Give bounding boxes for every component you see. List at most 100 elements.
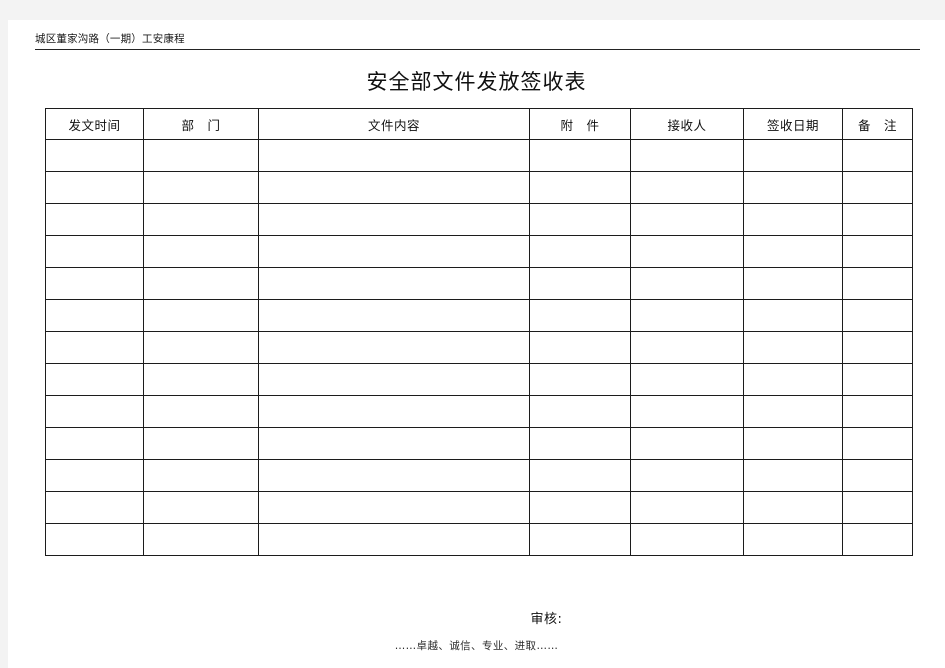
table-cell-signdt[interactable] <box>743 139 843 172</box>
table-cell-content[interactable] <box>258 459 530 492</box>
table-cell-content[interactable] <box>258 331 530 364</box>
table-cell-date[interactable] <box>45 139 144 172</box>
table-cell-attach[interactable] <box>529 139 631 172</box>
table-cell-date[interactable] <box>45 427 144 460</box>
table-cell-signdt[interactable] <box>743 427 843 460</box>
table-cell-date[interactable] <box>45 491 144 524</box>
table-cell-remark[interactable] <box>842 491 913 524</box>
table-cell-dept[interactable] <box>143 299 259 332</box>
table-cell-recv[interactable] <box>630 235 744 268</box>
table-cell-date[interactable] <box>45 395 144 428</box>
table-cell-attach[interactable] <box>529 363 631 396</box>
table-cell-remark[interactable] <box>842 331 913 364</box>
table-cell-date[interactable] <box>45 235 144 268</box>
table-cell-content[interactable] <box>258 299 530 332</box>
table-cell-content[interactable] <box>258 491 530 524</box>
table-cell-attach[interactable] <box>529 203 631 236</box>
table-cell-signdt[interactable] <box>743 235 843 268</box>
table-cell-dept[interactable] <box>143 491 259 524</box>
table-row[interactable] <box>45 235 913 268</box>
table-row[interactable] <box>45 267 913 300</box>
table-cell-signdt[interactable] <box>743 491 843 524</box>
table-cell-content[interactable] <box>258 139 530 172</box>
table-cell-attach[interactable] <box>529 427 631 460</box>
table-cell-attach[interactable] <box>529 395 631 428</box>
table-row[interactable] <box>45 299 913 332</box>
table-cell-date[interactable] <box>45 203 144 236</box>
table-cell-dept[interactable] <box>143 363 259 396</box>
table-cell-recv[interactable] <box>630 267 744 300</box>
table-cell-content[interactable] <box>258 427 530 460</box>
table-row[interactable] <box>45 523 913 556</box>
table-cell-recv[interactable] <box>630 171 744 204</box>
table-cell-recv[interactable] <box>630 139 744 172</box>
table-cell-recv[interactable] <box>630 203 744 236</box>
table-cell-remark[interactable] <box>842 459 913 492</box>
table-cell-remark[interactable] <box>842 203 913 236</box>
table-cell-remark[interactable] <box>842 427 913 460</box>
table-cell-signdt[interactable] <box>743 523 843 556</box>
table-cell-remark[interactable] <box>842 523 913 556</box>
table-row[interactable] <box>45 363 913 396</box>
table-cell-date[interactable] <box>45 523 144 556</box>
table-cell-content[interactable] <box>258 363 530 396</box>
table-cell-attach[interactable] <box>529 491 631 524</box>
table-cell-recv[interactable] <box>630 459 744 492</box>
table-row[interactable] <box>45 171 913 204</box>
table-row[interactable] <box>45 491 913 524</box>
table-cell-dept[interactable] <box>143 523 259 556</box>
table-cell-dept[interactable] <box>143 139 259 172</box>
table-row[interactable] <box>45 395 913 428</box>
table-cell-content[interactable] <box>258 235 530 268</box>
table-cell-dept[interactable] <box>143 427 259 460</box>
table-cell-date[interactable] <box>45 363 144 396</box>
table-cell-attach[interactable] <box>529 235 631 268</box>
table-cell-signdt[interactable] <box>743 363 843 396</box>
table-cell-date[interactable] <box>45 331 144 364</box>
table-cell-date[interactable] <box>45 267 144 300</box>
table-cell-date[interactable] <box>45 171 144 204</box>
table-row[interactable] <box>45 427 913 460</box>
table-cell-dept[interactable] <box>143 459 259 492</box>
table-cell-remark[interactable] <box>842 235 913 268</box>
table-cell-remark[interactable] <box>842 171 913 204</box>
table-cell-recv[interactable] <box>630 523 744 556</box>
table-cell-dept[interactable] <box>143 235 259 268</box>
table-cell-date[interactable] <box>45 459 144 492</box>
table-cell-signdt[interactable] <box>743 395 843 428</box>
table-cell-recv[interactable] <box>630 363 744 396</box>
table-cell-signdt[interactable] <box>743 203 843 236</box>
table-cell-signdt[interactable] <box>743 331 843 364</box>
table-cell-recv[interactable] <box>630 491 744 524</box>
table-cell-recv[interactable] <box>630 395 744 428</box>
table-cell-content[interactable] <box>258 171 530 204</box>
table-cell-remark[interactable] <box>842 395 913 428</box>
table-cell-signdt[interactable] <box>743 267 843 300</box>
table-cell-dept[interactable] <box>143 171 259 204</box>
table-row[interactable] <box>45 459 913 492</box>
table-row[interactable] <box>45 139 913 172</box>
table-cell-dept[interactable] <box>143 203 259 236</box>
table-cell-signdt[interactable] <box>743 459 843 492</box>
table-cell-remark[interactable] <box>842 139 913 172</box>
table-cell-dept[interactable] <box>143 395 259 428</box>
table-cell-content[interactable] <box>258 395 530 428</box>
table-cell-attach[interactable] <box>529 267 631 300</box>
table-cell-remark[interactable] <box>842 363 913 396</box>
table-cell-attach[interactable] <box>529 171 631 204</box>
table-cell-attach[interactable] <box>529 459 631 492</box>
table-cell-content[interactable] <box>258 267 530 300</box>
table-cell-dept[interactable] <box>143 267 259 300</box>
table-cell-dept[interactable] <box>143 331 259 364</box>
table-row[interactable] <box>45 203 913 236</box>
table-cell-date[interactable] <box>45 299 144 332</box>
table-cell-recv[interactable] <box>630 299 744 332</box>
table-cell-recv[interactable] <box>630 331 744 364</box>
table-cell-attach[interactable] <box>529 523 631 556</box>
table-cell-recv[interactable] <box>630 427 744 460</box>
table-cell-content[interactable] <box>258 523 530 556</box>
table-row[interactable] <box>45 331 913 364</box>
table-cell-content[interactable] <box>258 203 530 236</box>
table-cell-attach[interactable] <box>529 299 631 332</box>
table-cell-attach[interactable] <box>529 331 631 364</box>
